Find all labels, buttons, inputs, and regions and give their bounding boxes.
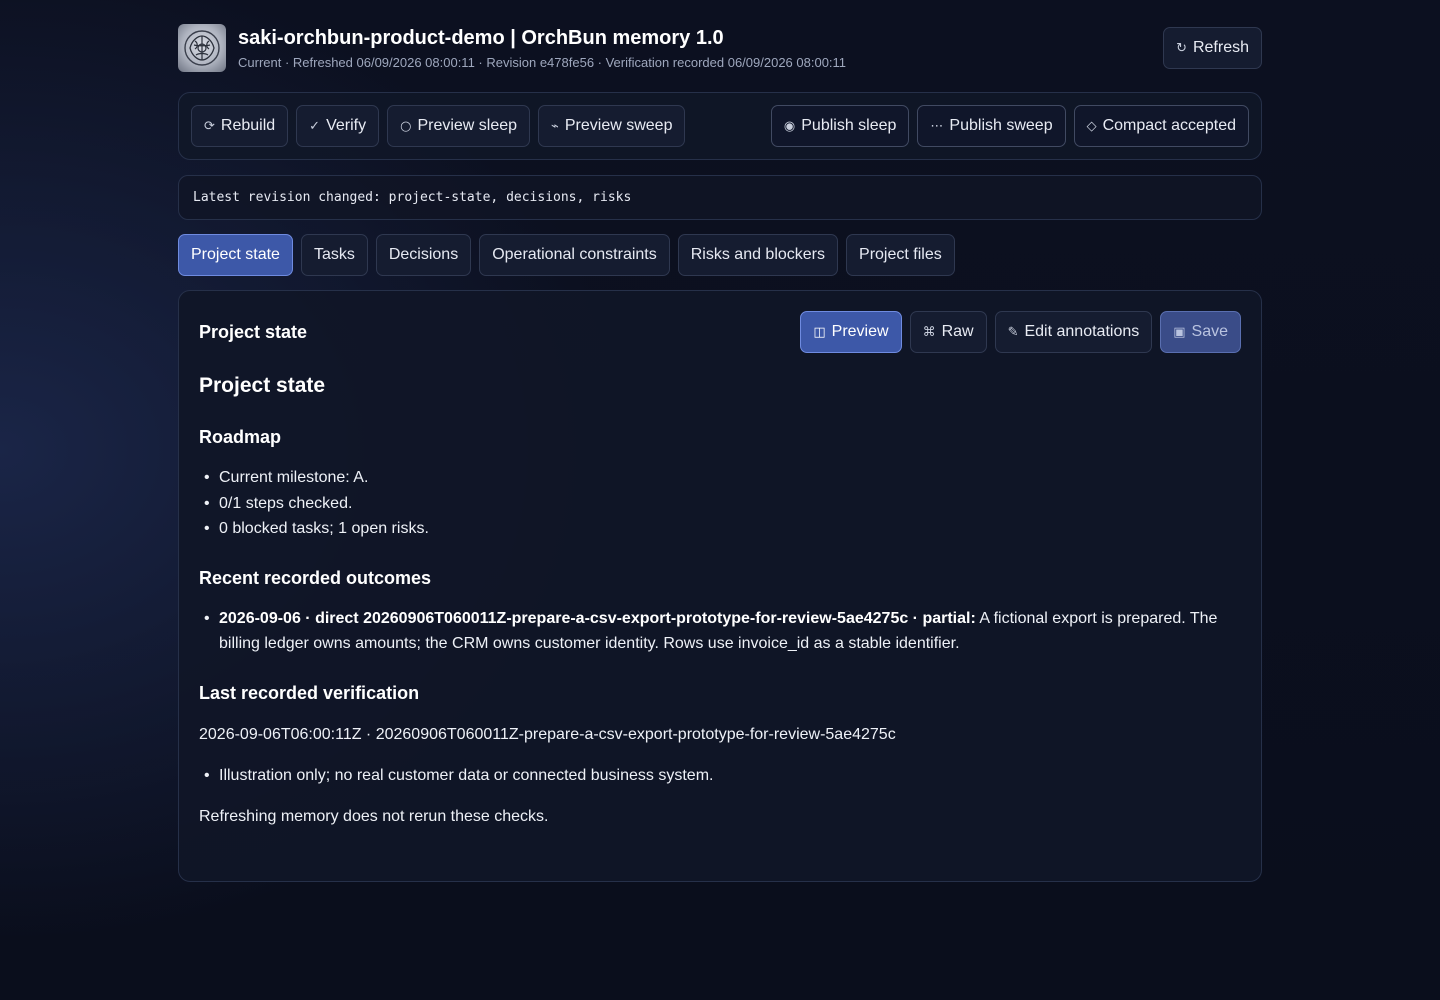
edit-annotations-label: Edit annotations: [1024, 323, 1140, 340]
section-tabs: Project state Tasks Decisions Operationa…: [178, 234, 1262, 276]
panel-title: Project state: [199, 322, 308, 342]
roadmap-heading: Roadmap: [199, 427, 282, 447]
sweep-icon: ⌁: [551, 118, 559, 134]
refresh-label: Refresh: [1192, 39, 1249, 56]
save-button[interactable]: ▣ Save: [1160, 311, 1241, 353]
verify-button[interactable]: ✓ Verify: [296, 105, 380, 147]
pencil-icon: ✎: [1007, 324, 1019, 340]
tab-risks-and-blockers[interactable]: Risks and blockers: [677, 234, 839, 276]
preview-sweep-button[interactable]: ⌁ Preview sweep: [538, 105, 686, 147]
publish-sweep-button[interactable]: ⋯ Publish sweep: [917, 105, 1066, 147]
refresh-icon: ↻: [1176, 40, 1187, 56]
verification-heading: Last recorded verification: [199, 682, 420, 703]
check-icon: ✓: [309, 118, 321, 134]
list-item: 0 blocked tasks; 1 open risks.: [199, 516, 1241, 542]
verify-label: Verify: [326, 117, 367, 134]
preview-sweep-label: Preview sweep: [564, 117, 673, 134]
command-icon: ⌘: [922, 324, 936, 340]
publish-sweep-label: Publish sweep: [949, 117, 1053, 134]
save-icon: ▣: [1173, 324, 1186, 340]
diamond-icon: ◇: [1086, 118, 1097, 134]
rebuild-button[interactable]: ⟳ Rebuild: [191, 105, 289, 147]
save-label: Save: [1191, 323, 1228, 340]
list-item: 2026-09-06 · direct 20260906T060011Z-pre…: [199, 606, 1241, 657]
revision-banner: Latest revision changed: project-state, …: [178, 175, 1262, 220]
page-title: saki-orchbun-product-demo | OrchBun memo…: [238, 27, 724, 49]
outcomes-heading: Recent recorded outcomes: [199, 567, 432, 588]
app-header: saki-orchbun-product-demo | OrchBun memo…: [178, 24, 1262, 72]
raw-button[interactable]: ⌘ Raw: [909, 311, 987, 353]
raw-label: Raw: [941, 323, 974, 340]
verification-line: 2026-09-06T06:00:11Z · 20260906T060011Z-…: [199, 725, 896, 743]
tab-operational-constraints[interactable]: Operational constraints: [479, 234, 670, 276]
preview-button[interactable]: ◫ Preview: [800, 311, 902, 353]
brain-logo-icon: [178, 24, 226, 72]
rebuild-label: Rebuild: [220, 117, 276, 134]
refresh-note: Refreshing memory does not rerun these c…: [199, 808, 549, 825]
publish-sleep-button[interactable]: ◉ Publish sleep: [770, 105, 910, 147]
action-toolbar: ⟳ Rebuild ✓ Verify ○ Preview sleep ⌁ Pre…: [178, 92, 1262, 160]
preview-sleep-label: Preview sleep: [417, 117, 518, 134]
document-preview: Project state Roadmap Current milestone:…: [199, 371, 1241, 829]
outcomes-list: 2026-09-06 · direct 20260906T060011Z-pre…: [199, 606, 1241, 657]
compact-accepted-label: Compact accepted: [1102, 117, 1236, 134]
tab-tasks[interactable]: Tasks: [300, 234, 368, 276]
preview-sleep-button[interactable]: ○ Preview sleep: [387, 105, 531, 147]
list-item: 0/1 steps checked.: [199, 491, 1241, 517]
preview-label: Preview: [831, 323, 889, 340]
publish-sleep-label: Publish sleep: [801, 117, 897, 134]
refresh-button[interactable]: ↻ Refresh: [1163, 27, 1262, 69]
compact-accepted-button[interactable]: ◇ Compact accepted: [1073, 105, 1249, 147]
content-panel: Project state ◫ Preview ⌘ Raw ✎ Edit ann…: [178, 290, 1262, 882]
tab-project-state[interactable]: Project state: [178, 234, 293, 276]
document-heading: Project state: [199, 374, 326, 397]
preview-icon: ◫: [813, 324, 826, 340]
rebuild-icon: ⟳: [204, 118, 215, 134]
circle-icon: ○: [400, 118, 412, 134]
edit-annotations-button[interactable]: ✎ Edit annotations: [994, 311, 1153, 353]
verification-list: Illustration only; no real customer data…: [199, 763, 1241, 789]
radio-icon: ◉: [783, 118, 796, 134]
list-item: Illustration only; no real customer data…: [199, 763, 1241, 789]
outcome-summary: 2026-09-06 · direct 20260906T060011Z-pre…: [219, 609, 976, 627]
status-line: Current · Refreshed 06/09/2026 08:00:11 …: [238, 55, 847, 70]
dots-icon: ⋯: [930, 118, 944, 134]
tab-decisions[interactable]: Decisions: [375, 234, 472, 276]
list-item: Current milestone: A.: [199, 465, 1241, 491]
roadmap-list: Current milestone: A. 0/1 steps checked.…: [199, 465, 1241, 542]
tab-project-files[interactable]: Project files: [846, 234, 955, 276]
